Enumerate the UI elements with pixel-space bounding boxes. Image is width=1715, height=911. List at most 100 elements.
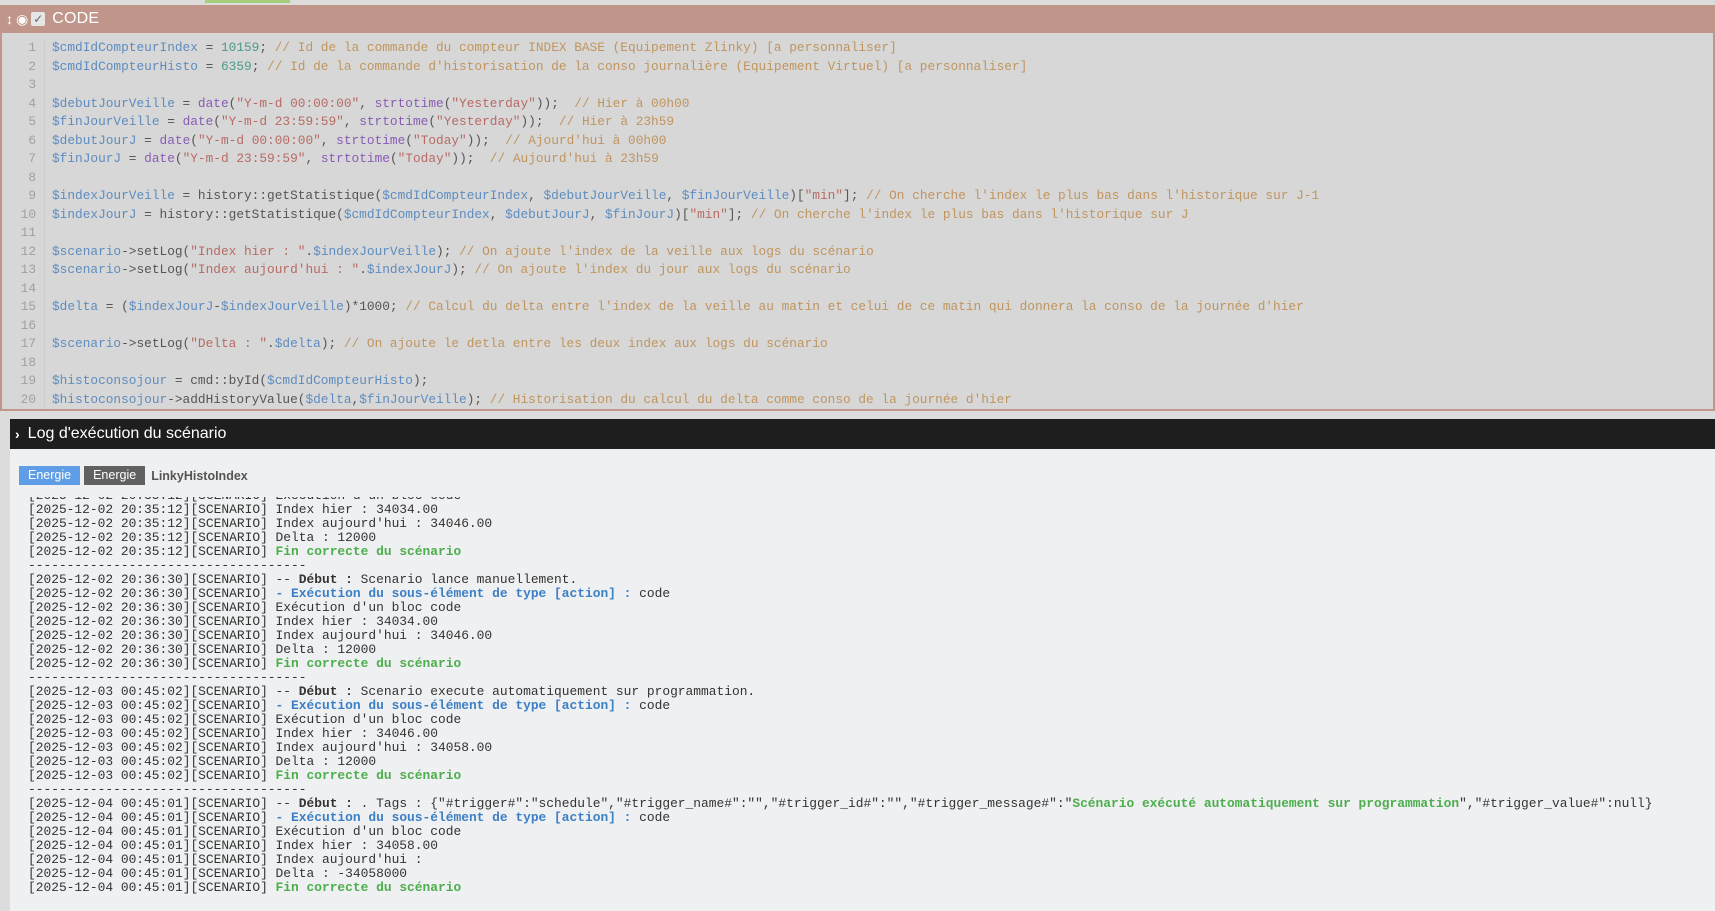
log-line: [2025-12-04 00:45:01][SCENARIO] Index hi…: [28, 839, 1715, 853]
log-segment: Scenario lance manuellement.: [352, 572, 578, 587]
line-number: 10: [2, 205, 45, 224]
line-number: 17: [2, 335, 45, 354]
code-line: 13 $scenario ->setLog("Index aujourd'hui :…: [2, 261, 1713, 280]
log-segment: Début :: [298, 684, 353, 699]
code-line: 8: [2, 168, 1713, 187]
code-token-str: "min": [804, 188, 844, 203]
code-token-op: .: [305, 243, 314, 259]
log-line: [2025-12-02 20:35:12][SCENARIO] Fin corr…: [28, 545, 1715, 559]
code-token-op: (: [405, 132, 413, 148]
log-line: [2025-12-02 20:36:30][SCENARIO] -- Début…: [28, 573, 1715, 587]
code-token-fn: date: [197, 95, 229, 111]
code-token-str: "min": [689, 206, 728, 222]
code-token-fn: strtotime: [359, 114, 429, 129]
log-segment: Scénario exécuté automatiquement sur pro…: [1072, 796, 1460, 811]
code-token-com: // Calcul du delta entre l'index de la v…: [405, 299, 1304, 314]
log-line: [2025-12-03 00:45:02][SCENARIO] Index au…: [28, 741, 1715, 755]
log-segment: [2025-12-04 00:45:01][SCENARIO] Index au…: [28, 852, 431, 867]
code-token-op: ->setLog(: [121, 262, 191, 277]
code-token-var: $scenario: [52, 262, 122, 277]
group-tag: Energie: [19, 466, 81, 485]
log-segment: [2025-12-03 00:45:02][SCENARIO]: [28, 768, 276, 783]
code-line: 2 $cmdIdCompteurHisto = 6359; // Id de la…: [2, 57, 1713, 76]
log-segment: ------------------------------------: [28, 670, 307, 685]
code-token-op: ];: [843, 188, 867, 203]
code-token-var: $finJourVeille: [681, 188, 790, 203]
code-token-com: // On ajoute le detla entre les deux ind…: [343, 336, 828, 351]
code-token-com: // Id de la commande d'historisation de …: [267, 58, 1028, 74]
code-token-var: $delta: [52, 299, 99, 314]
log-segment: code: [631, 810, 671, 825]
line-number: 11: [2, 224, 45, 243]
code-token-var: $histoconsojour: [52, 373, 168, 388]
log-segment: [2025-12-04 00:45:01][SCENARIO]: [28, 810, 276, 825]
code-token-com: // Ajourd'hui à 00h00: [505, 132, 667, 148]
code-token-str: "Yesterday": [451, 95, 536, 111]
log-segment: Fin correcte du scénario: [275, 544, 462, 559]
log-line: [2025-12-04 00:45:01][SCENARIO] - Exécut…: [28, 811, 1715, 825]
log-segment: [2025-12-04 00:45:01][SCENARIO]: [28, 880, 276, 895]
code-token-var: $scenario: [52, 243, 122, 259]
code-token-var: $cmdIdCompteurIndex: [382, 188, 529, 203]
line-number: 7: [2, 150, 45, 169]
log-segment: Scenario execute automatiquement sur pro…: [352, 684, 756, 699]
code-token-com: // Hier à 00h00: [574, 95, 690, 111]
code-token-com: // Hier à 23h59: [558, 114, 675, 129]
code-token-num: 6359: [220, 58, 252, 74]
code-token-fn: date: [144, 151, 175, 166]
code-token-op: ->addHistoryValue(: [167, 391, 306, 407]
log-content[interactable]: [2025-12-02 20:35:12][SCENARIO] Exécutio…: [28, 497, 1715, 911]
log-line: [2025-12-02 20:36:30][SCENARIO] Index au…: [28, 629, 1715, 643]
log-segment: - Exécution du sous-élément de type [act…: [275, 698, 632, 713]
code-token-op: ));: [535, 95, 575, 111]
log-segment: [2025-12-02 20:36:30][SCENARIO] --: [28, 572, 299, 587]
code-token-op: = (: [98, 299, 129, 314]
log-line: [2025-12-04 00:45:01][SCENARIO] Fin corr…: [28, 881, 1715, 895]
log-title: Log d'exécution du scénario: [27, 425, 227, 442]
move-icon[interactable]: ↕: [6, 11, 13, 27]
block-title: CODE: [52, 10, 100, 27]
code-line: 3: [2, 76, 1713, 95]
line-number: 3: [2, 76, 45, 95]
code-editor[interactable]: 1 $cmdIdCompteurIndex = 10159; // Id de l…: [2, 33, 1713, 409]
code-token-var: $cmdIdCompteurHisto: [52, 58, 198, 74]
log-segment: Fin correcte du scénario: [275, 656, 462, 671]
code-token-op: ->setLog(: [121, 336, 191, 351]
log-segment: . Tags : {"#trigger#":"schedule","#trigg…: [352, 796, 1073, 811]
code-token-fn: strtotime: [336, 132, 406, 148]
code-token-op: ->setLog(: [121, 243, 191, 259]
log-segment: [2025-12-04 00:45:01][SCENARIO] Index hi…: [28, 838, 438, 853]
code-line: 6 $debutJourJ = date("Y-m-d 00:00:00", st…: [2, 131, 1713, 150]
log-line: [2025-12-02 20:36:30][SCENARIO] Exécutio…: [28, 601, 1715, 615]
log-panel: › Log d'exécution du scénario Energie En…: [10, 419, 1715, 911]
scenario-tags: Energie Energie LinkyHistoIndex: [19, 466, 248, 485]
code-line: 9 $indexJourVeille = history::getStatisti…: [2, 187, 1713, 206]
code-token-op: ;: [259, 40, 275, 55]
code-token-op: (: [389, 151, 398, 166]
code-token-op: ));: [466, 132, 506, 148]
code-token-str: "Index hier : ": [190, 243, 306, 259]
code-token-str: "Index aujourd'hui : ": [190, 262, 360, 277]
log-segment: Fin correcte du scénario: [275, 880, 462, 895]
log-segment: [2025-12-03 00:45:02][SCENARIO]: [28, 698, 276, 713]
code-token-var: $cmdIdCompteurIndex: [343, 206, 490, 222]
code-token-var: $indexJourJ: [128, 299, 214, 314]
log-segment: [2025-12-02 20:36:30][SCENARIO] Exécutio…: [28, 600, 462, 615]
checkbox-icon[interactable]: ✓: [31, 12, 46, 26]
log-line: [2025-12-02 20:36:30][SCENARIO] - Exécut…: [28, 587, 1715, 601]
eye-icon[interactable]: ◉: [16, 11, 28, 28]
log-panel-header[interactable]: › Log d'exécution du scénario: [10, 419, 1715, 449]
line-number: 15: [2, 298, 45, 317]
code-token-var: $debutJourJ: [505, 206, 590, 222]
code-token-var: $debutJourVeille: [52, 95, 175, 111]
log-line: [2025-12-04 00:45:01][SCENARIO] Index au…: [28, 853, 1715, 867]
code-token-com: // Historisation du calcul du delta comm…: [489, 391, 1012, 407]
code-token-op: =: [197, 40, 221, 55]
log-line: [2025-12-02 20:35:12][SCENARIO] Index hi…: [28, 503, 1715, 517]
code-token-var: $debutJourJ: [52, 132, 137, 148]
log-line: ------------------------------------: [28, 671, 1715, 685]
code-token-op: )*1000;: [343, 299, 406, 314]
code-line: 1 $cmdIdCompteurIndex = 10159; // Id de l…: [2, 39, 1713, 58]
code-token-var: $indexJourVeille: [313, 243, 437, 259]
log-segment: ","#trigger_value#":null}: [1459, 796, 1653, 811]
